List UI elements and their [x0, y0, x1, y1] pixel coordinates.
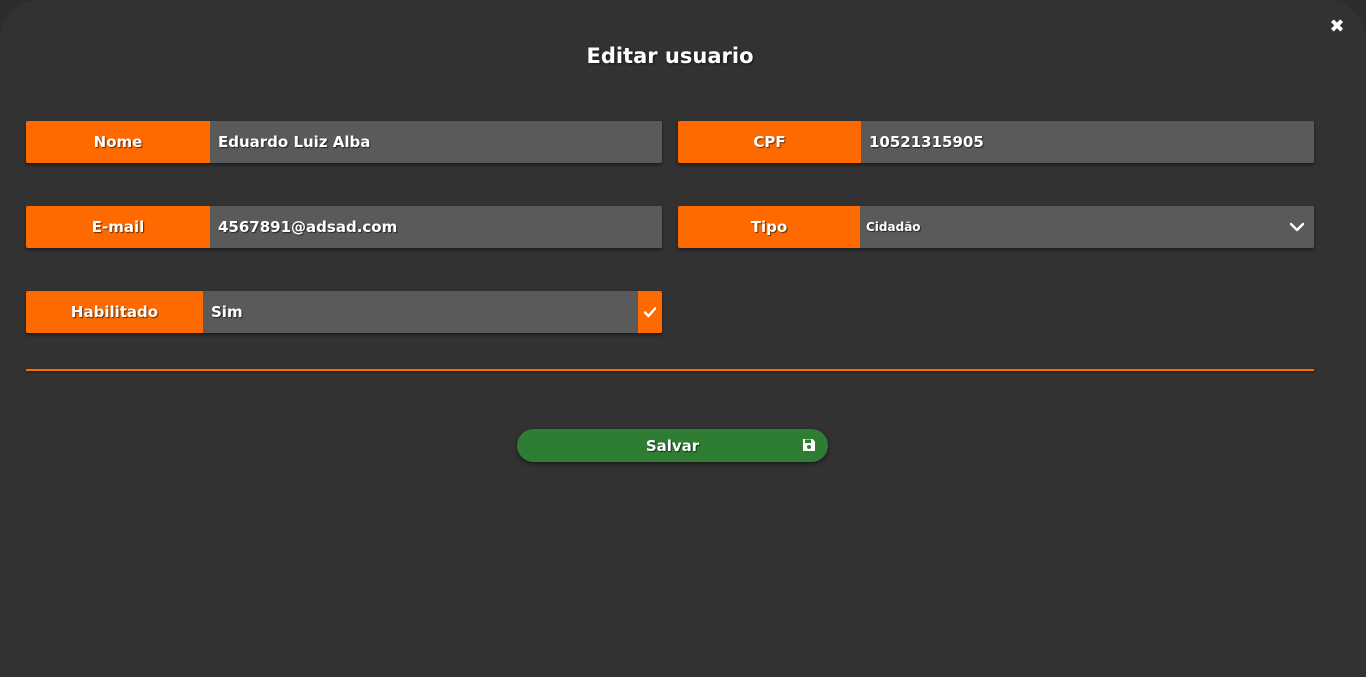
modal-title: Editar usuario: [586, 44, 754, 68]
form-divider: [26, 369, 1314, 371]
habilitado-checkbox[interactable]: [638, 291, 662, 333]
email-label: E-mail: [26, 206, 210, 248]
email-field: E-mail 4567891@adsad.com: [26, 206, 662, 248]
cpf-input[interactable]: 10521315905: [861, 121, 1314, 163]
cpf-label: CPF: [678, 121, 861, 163]
edit-user-modal: ✖ Editar usuario Nome Eduardo Luiz Alba …: [0, 0, 1366, 677]
save-button[interactable]: Salvar: [517, 429, 828, 462]
tipo-selected-value: Cidadão: [866, 220, 921, 234]
close-icon[interactable]: ✖: [1328, 18, 1346, 36]
tipo-field: Tipo Cidadão: [678, 206, 1314, 248]
tipo-label: Tipo: [678, 206, 860, 248]
habilitado-field: Habilitado Sim: [26, 291, 662, 333]
chevron-down-icon[interactable]: [1288, 218, 1306, 236]
email-input[interactable]: 4567891@adsad.com: [210, 206, 662, 248]
checkmark-icon: [643, 307, 657, 318]
nome-input[interactable]: Eduardo Luiz Alba: [210, 121, 662, 163]
cpf-field: CPF 10521315905: [678, 121, 1314, 163]
habilitado-label: Habilitado: [26, 291, 203, 333]
nome-label: Nome: [26, 121, 210, 163]
nome-field: Nome Eduardo Luiz Alba: [26, 121, 662, 163]
floppy-disk-icon: [803, 439, 815, 451]
save-button-label: Salvar: [645, 436, 700, 455]
habilitado-input[interactable]: Sim: [203, 291, 638, 333]
tipo-select[interactable]: Cidadão: [860, 206, 1314, 248]
